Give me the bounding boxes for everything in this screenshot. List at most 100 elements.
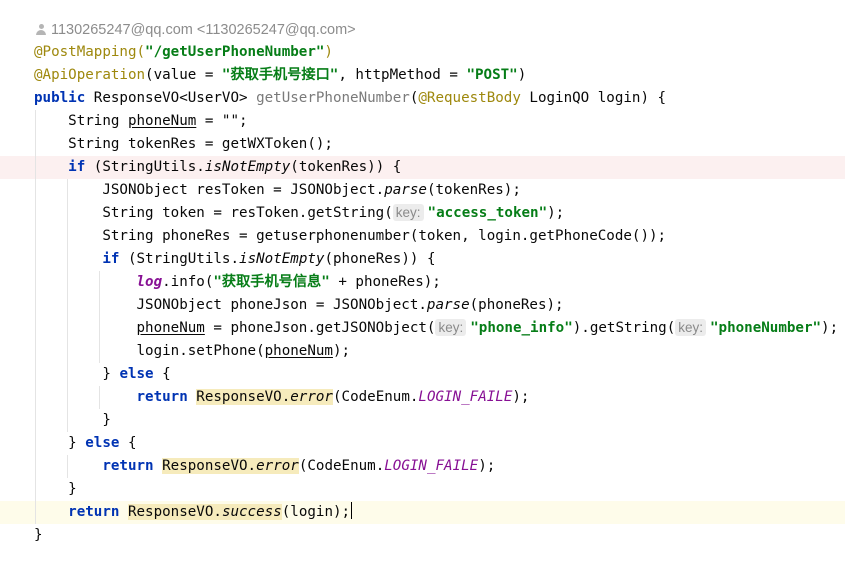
- static-method: isNotEmpty: [239, 251, 325, 267]
- git-author-annotation[interactable]: 1130265247@qq.com <1130265247@qq.com>: [36, 19, 356, 41]
- code-text: );: [332, 343, 351, 359]
- keyword: return: [68, 504, 120, 520]
- code-text: (tokenRes)) {: [290, 159, 402, 175]
- code-text: (login);: [281, 504, 351, 520]
- code-text: = "";: [196, 113, 248, 129]
- code-text: );: [821, 320, 839, 336]
- code-line-1[interactable]: @PostMapping("/getUserPhoneNumber"): [0, 41, 845, 64]
- code-text: JSONObject resToken = JSONObject.: [102, 182, 385, 198]
- variable-phonenum: phoneNum: [136, 320, 205, 336]
- string-literal: "phone_info": [470, 320, 573, 336]
- code-line-10[interactable]: if (StringUtils.isNotEmpty(phoneRes)) {: [0, 248, 845, 271]
- keyword: public: [34, 90, 86, 106]
- code-text: (StringUtils.: [119, 251, 240, 267]
- code-text: (value =: [145, 67, 222, 83]
- code-text: }: [68, 435, 86, 451]
- code-text: (CodeEnum.: [332, 389, 419, 405]
- code-text: );: [512, 389, 530, 405]
- static-method: parse: [384, 182, 427, 198]
- code-text: (StringUtils.: [85, 159, 205, 175]
- parameter-hint: key:: [675, 319, 706, 336]
- code-text: (phoneRes)) {: [324, 251, 436, 267]
- code-line-6[interactable]: if (StringUtils.isNotEmpty(tokenRes)) {: [0, 156, 845, 179]
- method-name: getUserPhoneNumber: [256, 90, 410, 106]
- code-text: + phoneRes);: [329, 274, 441, 290]
- enum-constant: LOGIN_FAILE: [384, 458, 479, 474]
- code-line-13[interactable]: phoneNum = phoneJson.getJSONObject(key: "…: [0, 317, 845, 340]
- highlighted-call: ResponseVO.success: [127, 504, 282, 520]
- string-literal: "phoneNumber": [710, 320, 822, 336]
- string-literal: "POST": [466, 67, 518, 83]
- code-text: String phoneRes = getuserphonenumber(tok…: [102, 228, 667, 244]
- code-line-22[interactable]: }: [0, 524, 845, 547]
- code-line-11[interactable]: log.info("获取手机号信息" + phoneRes);: [0, 271, 845, 294]
- keyword: else: [119, 366, 154, 382]
- code-text: LoginQO login) {: [520, 90, 667, 106]
- code-line-3[interactable]: public ResponseVO<UserVO> getUserPhoneNu…: [0, 87, 845, 110]
- static-method: error: [256, 458, 299, 474]
- keyword: return: [136, 389, 188, 405]
- code-line-4[interactable]: String phoneNum = "";: [0, 110, 845, 133]
- code-text: , httpMethod =: [338, 67, 467, 83]
- parameter-hint: key:: [435, 319, 467, 336]
- code-line-7[interactable]: JSONObject resToken = JSONObject.parse(t…: [0, 179, 845, 202]
- annotation-requestbody: @RequestBody: [418, 90, 521, 106]
- keyword: if: [102, 251, 120, 267]
- annotation-close: ): [324, 44, 333, 60]
- code-text: = phoneJson.getJSONObject(: [204, 320, 436, 336]
- string-literal: "获取手机号接口": [221, 67, 339, 83]
- code-line-12[interactable]: JSONObject phoneJson = JSONObject.parse(…: [0, 294, 845, 317]
- code-line-20[interactable]: }: [0, 478, 845, 501]
- code-text: }: [102, 366, 120, 382]
- static-method: error: [290, 389, 333, 405]
- keyword: if: [68, 159, 86, 175]
- code-text: }: [34, 527, 43, 543]
- code-line-5[interactable]: String tokenRes = getWXToken();: [0, 133, 845, 156]
- static-field-log: log: [136, 274, 163, 290]
- variable-phonenum: phoneNum: [264, 343, 333, 359]
- highlighted-call: ResponseVO.error: [196, 389, 333, 405]
- static-method: success: [221, 504, 282, 520]
- code-text: JSONObject phoneJson = JSONObject.: [136, 297, 427, 313]
- code-line-9[interactable]: String phoneRes = getuserphonenumber(tok…: [0, 225, 845, 248]
- class-ref: ResponseVO.: [162, 458, 257, 474]
- code-text: .info(: [162, 274, 214, 290]
- code-line-21[interactable]: return ResponseVO.success(login);: [0, 501, 845, 524]
- code-text: String token = resToken.getString(: [102, 205, 393, 221]
- code-text: {: [153, 366, 171, 382]
- class-ref: ResponseVO.: [196, 389, 291, 405]
- return-type: ResponseVO<UserVO>: [85, 90, 257, 106]
- code-text: ).getString(: [572, 320, 676, 336]
- variable-phonenum: phoneNum: [127, 113, 197, 129]
- code-text: );: [478, 458, 496, 474]
- code-text: }: [102, 412, 111, 428]
- string-literal: "获取手机号信息": [213, 274, 330, 290]
- code-line-17[interactable]: }: [0, 409, 845, 432]
- static-method: isNotEmpty: [204, 159, 291, 175]
- text-caret: [351, 502, 353, 519]
- code-text: (tokenRes);: [426, 182, 521, 198]
- enum-constant: LOGIN_FAILE: [418, 389, 513, 405]
- string-literal: "/getUserPhoneNumber": [145, 44, 325, 60]
- code-line-16[interactable]: return ResponseVO.error(CodeEnum.LOGIN_F…: [0, 386, 845, 409]
- string-literal: "access_token": [427, 205, 548, 221]
- person-icon: [36, 24, 46, 35]
- code-text: login.setPhone(: [136, 343, 265, 359]
- code-text: (CodeEnum.: [298, 458, 385, 474]
- code-text: {: [119, 435, 137, 451]
- code-line-8[interactable]: String token = resToken.getString(key: "a…: [0, 202, 845, 225]
- code-line-2[interactable]: @ApiOperation(value = "获取手机号接口", httpMet…: [0, 64, 845, 87]
- code-line-19[interactable]: return ResponseVO.error(CodeEnum.LOGIN_F…: [0, 455, 845, 478]
- code-line-14[interactable]: login.setPhone(phoneNum);: [0, 340, 845, 363]
- code-text: String: [68, 113, 128, 129]
- code-text: String tokenRes = getWXToken();: [68, 136, 333, 152]
- code-text: );: [547, 205, 565, 221]
- code-line-18[interactable]: } else {: [0, 432, 845, 455]
- static-method: parse: [426, 297, 470, 313]
- code-line-15[interactable]: } else {: [0, 363, 845, 386]
- highlighted-call: ResponseVO.error: [162, 458, 299, 474]
- code-text: (phoneRes);: [469, 297, 564, 313]
- keyword: else: [85, 435, 120, 451]
